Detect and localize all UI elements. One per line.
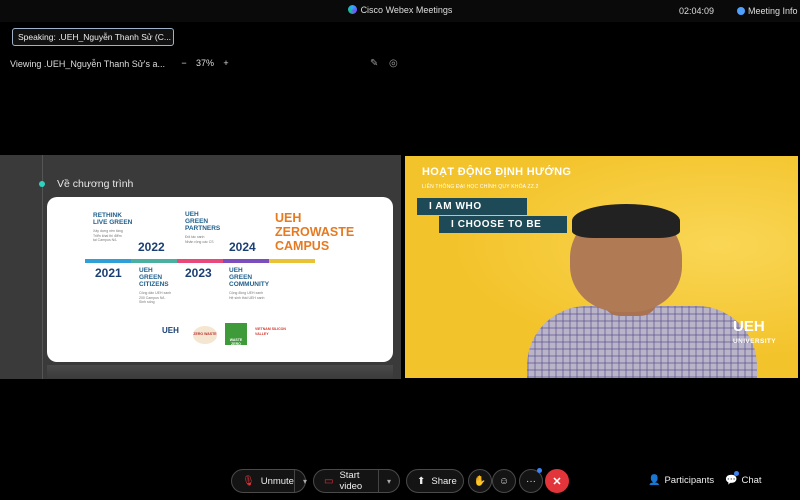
milestone-rethink: RETHINK LIVE GREEN Xây dựng nền tảng Tri… (93, 212, 133, 242)
zoom-control: − 37% + (178, 56, 232, 70)
chat-notification-dot (734, 471, 739, 476)
meeting-controls: 🎙 Unmute ▾ ▭ Start video ▾ ⬆ Share ✋ ☺ ·… (0, 460, 800, 500)
year-label: 2023 (185, 266, 212, 280)
milestone-citizens: UEH GREEN CITIZENS Công dân UEH xanh 200… (139, 267, 172, 304)
timeline-segment (269, 259, 315, 263)
participant-video: HOẠT ĐỘNG ĐỊNH HƯỚNG LIÊN THÔNG ĐẠI HỌC … (405, 156, 798, 378)
video-banner-line2: I CHOOSE TO BE (439, 216, 567, 233)
active-speaker-label: Speaking: .UEH_Nguyễn Thanh Sử (C... (12, 28, 174, 46)
shared-content-panel: Về chương trình RETHINK LIVE GREEN Xây d… (0, 155, 401, 379)
annotate-icon[interactable]: ✎ (370, 58, 378, 69)
milestone-community: UEH GREEN COMMUNITY Cộng đồng UEH xanh H… (229, 267, 270, 300)
hand-icon: ✋ (473, 475, 487, 487)
start-video-button[interactable]: ▭ Start video ▾ (313, 469, 400, 493)
zoom-out-button[interactable]: − (178, 58, 190, 68)
zero-waste-logo: ZERO WASTE (193, 326, 217, 344)
leave-meeting-button[interactable]: ✕ (545, 469, 569, 493)
viewing-share-label: Viewing .UEH_Nguyễn Thanh Sử's a... (10, 59, 165, 69)
video-banner-line1: I AM WHO (417, 198, 527, 215)
timeline-segment (131, 259, 177, 263)
zerowaste-title: UEH ZEROWASTE CAMPUS (275, 211, 355, 253)
divider (42, 155, 43, 379)
unmute-button[interactable]: 🎙 Unmute ▾ (231, 469, 307, 493)
meeting-info-button[interactable]: Meeting Info (737, 6, 798, 16)
emoji-button[interactable]: ☺ (492, 469, 516, 493)
chat-icon: 💬 (725, 475, 738, 486)
share-button[interactable]: ⬆ Share (406, 469, 464, 493)
meeting-timer: 02:04:09 (679, 6, 715, 16)
video-banner-subtitle: LIÊN THÔNG ĐẠI HỌC CHÍNH QUY KHÓA ZZ.2 (422, 184, 539, 190)
year-label: 2022 (138, 240, 165, 254)
emoji-icon: ☺ (498, 475, 510, 487)
zoom-in-button[interactable]: + (220, 58, 232, 68)
silicon-valley-logo: VIETNAM SILICON VALLEY (255, 327, 286, 336)
video-off-icon: ▭ (324, 475, 334, 487)
waste-zero-logo: WASTE ZERO (225, 323, 247, 346)
webex-logo-icon (347, 5, 357, 14)
participants-button[interactable]: 👤 Participants (648, 475, 714, 486)
chevron-down-icon[interactable]: ▾ (293, 470, 315, 492)
participants-icon: 👤 (648, 475, 661, 486)
timeline-segment (177, 259, 223, 263)
participant-hair (572, 204, 680, 238)
view-options-icon[interactable]: ◎ (389, 58, 398, 69)
timeline-segment (223, 259, 269, 263)
slide-heading: Về chương trình (57, 178, 134, 190)
timeline-segment (85, 259, 131, 263)
year-label: 2024 (229, 240, 256, 254)
chevron-down-icon[interactable]: ▾ (377, 470, 399, 492)
close-icon: ✕ (552, 475, 562, 488)
video-banner-title: HOẠT ĐỘNG ĐỊNH HƯỚNG (422, 166, 572, 178)
ueh-logo: UEH (162, 326, 179, 335)
notification-dot (537, 468, 542, 473)
slide-reflection (47, 365, 393, 379)
slide-card: RETHINK LIVE GREEN Xây dựng nền tảng Tri… (47, 197, 393, 362)
info-icon (737, 7, 745, 15)
chat-button[interactable]: 💬 Chat (725, 475, 762, 486)
reactions-button[interactable]: ✋ (468, 469, 492, 493)
year-label: 2021 (95, 266, 122, 280)
zoom-level[interactable]: 37% (194, 58, 216, 68)
mic-muted-icon: 🎙 (242, 475, 255, 487)
title-bar: Cisco Webex Meetings 02:04:09 Meeting In… (0, 0, 800, 22)
participant-body (527, 306, 757, 378)
share-icon: ⬆ (417, 475, 426, 487)
bullet-dot (39, 181, 45, 187)
milestone-partners: UEH GREEN PARTNERS Đối tác xanh Nhân rộn… (185, 211, 221, 244)
ueh-brand-mark: UEH UNIVERSITY (733, 318, 777, 345)
